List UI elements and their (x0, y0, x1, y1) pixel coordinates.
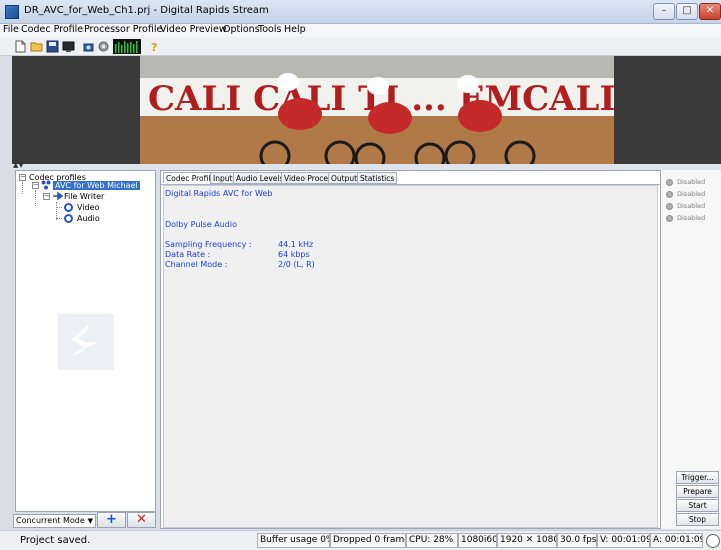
maximize-button[interactable]: □ (676, 3, 698, 20)
digital-rapids-logo (58, 314, 114, 370)
prepare-button[interactable]: Prepare (676, 485, 719, 498)
tree-item-file-writer[interactable]: File Writer (64, 192, 104, 201)
help-icon[interactable]: ? (148, 40, 161, 53)
chevron-down-icon: ▼ (87, 517, 93, 525)
buffer-usage: Buffer usage 0% (257, 533, 330, 548)
add-button[interactable]: + (97, 512, 126, 528)
file-writer-icon (53, 191, 63, 201)
minimize-button[interactable]: – (653, 3, 675, 20)
video-stream-icon (64, 203, 73, 212)
audio-timecode: A: 00:01:09 (650, 533, 703, 548)
menu-file[interactable]: File (3, 24, 19, 35)
menu-bar: File Codec Profile Processor Profile Vid… (0, 24, 721, 37)
expand-writer-icon[interactable]: − (43, 193, 50, 200)
tab-input[interactable]: Input (210, 172, 236, 184)
channel-mode-label: Channel Mode : (165, 260, 228, 269)
tab-output[interactable]: Output (328, 172, 361, 184)
tab-audio-levels[interactable]: Audio Levels (233, 172, 287, 184)
collapse-arrows-icon[interactable]: ▲▼ (13, 161, 24, 169)
codec-profile-tree: − Codec profiles − AVC for Web Michael −… (15, 170, 156, 512)
app-icon (5, 5, 19, 19)
status-indicator: Disabled (666, 214, 705, 222)
window-title: DR_AVC_for_Web_Ch1.prj - Digital Rapids … (24, 5, 269, 16)
status-indicator: Disabled (666, 178, 705, 186)
video-timecode: V: 00:01:09 (597, 533, 650, 548)
mode-select[interactable]: Concurrent Mode ▼ (13, 514, 96, 528)
resolution: 1920 ✕ 1080 (497, 533, 557, 548)
start-button[interactable]: Start (676, 499, 719, 512)
profile-icon (41, 180, 51, 190)
menu-tools[interactable]: Tools (258, 24, 281, 35)
menu-video-preview[interactable]: Video Preview (160, 24, 227, 35)
open-folder-icon[interactable] (30, 40, 43, 53)
tree-controls: Concurrent Mode ▼ + ✕ (13, 512, 157, 529)
status-message: Project saved. (20, 535, 91, 546)
tree-item-audio[interactable]: Audio (77, 214, 100, 223)
video-preview: CALI CALI TI ... EMCALI (12, 56, 721, 164)
audio-meter-icon[interactable] (113, 39, 141, 54)
expand-profile-icon[interactable]: − (32, 182, 39, 189)
save-icon[interactable] (46, 40, 59, 53)
tree-item-profile[interactable]: AVC for Web Michael (53, 181, 140, 190)
activity-indicator-icon (706, 534, 720, 548)
tree-item-video[interactable]: Video (77, 203, 99, 212)
settings-gear-icon[interactable] (97, 40, 110, 53)
status-led-icon (666, 214, 673, 222)
svg-text:?: ? (151, 41, 157, 53)
audio-codec-name: Dolby Pulse Audio (165, 220, 237, 229)
video-frame: CALI CALI TI ... EMCALI (140, 56, 614, 164)
mode-select-value: Concurrent Mode (16, 516, 85, 525)
codec-profile-content: Digital Rapids AVC for Web Dolby Pulse A… (163, 185, 658, 528)
menu-codec-profile[interactable]: Codec Profile (21, 24, 83, 35)
data-rate-value: 64 kbps (278, 250, 310, 259)
details-panel: Codec Profile Input Audio Levels Video P… (160, 170, 661, 529)
toolbar: ? (0, 37, 721, 56)
tab-statistics[interactable]: Statistics (357, 172, 398, 184)
status-led-icon (666, 190, 673, 198)
status-indicator: Disabled (666, 190, 705, 198)
audio-stream-icon (64, 214, 73, 223)
sampling-frequency-label: Sampling Frequency : (165, 240, 252, 249)
stop-button[interactable]: Stop (676, 513, 719, 526)
remove-button[interactable]: ✕ (127, 512, 156, 528)
status-led-icon (666, 178, 673, 186)
sampling-frequency-value: 44.1 kHz (278, 240, 314, 249)
status-led-icon (666, 202, 673, 210)
expand-root-icon[interactable]: − (19, 174, 26, 181)
channel-mode-value: 2/0 (L, R) (278, 260, 315, 269)
frame-rate: 30.0 fps (557, 533, 597, 548)
trigger-button[interactable]: Trigger... (676, 471, 719, 484)
new-file-icon[interactable] (14, 40, 27, 53)
dropped-frames: Dropped 0 frames (330, 533, 406, 548)
menu-processor-profile[interactable]: Processor Profile (84, 24, 162, 35)
title-bar: DR_AVC_for_Web_Ch1.prj - Digital Rapids … (0, 0, 721, 24)
menu-help[interactable]: Help (284, 24, 306, 35)
cyclists-image: CALI CALI TI ... EMCALI (140, 56, 614, 164)
control-panel: Disabled Disabled Disabled Disabled Trig… (661, 170, 721, 529)
menu-options[interactable]: Options (223, 24, 260, 35)
status-bar: Project saved. Buffer usage 0% Dropped 0… (0, 530, 721, 550)
status-indicator: Disabled (666, 202, 705, 210)
video-format: 1080i60 (458, 533, 497, 548)
data-rate-label: Data Rate : (165, 250, 211, 259)
camera-icon[interactable] (82, 40, 95, 53)
close-button[interactable]: ✕ (699, 3, 721, 20)
codec-title: Digital Rapids AVC for Web (165, 189, 273, 198)
cpu-usage: CPU: 28% (406, 533, 458, 548)
monitor-icon[interactable] (62, 40, 75, 53)
